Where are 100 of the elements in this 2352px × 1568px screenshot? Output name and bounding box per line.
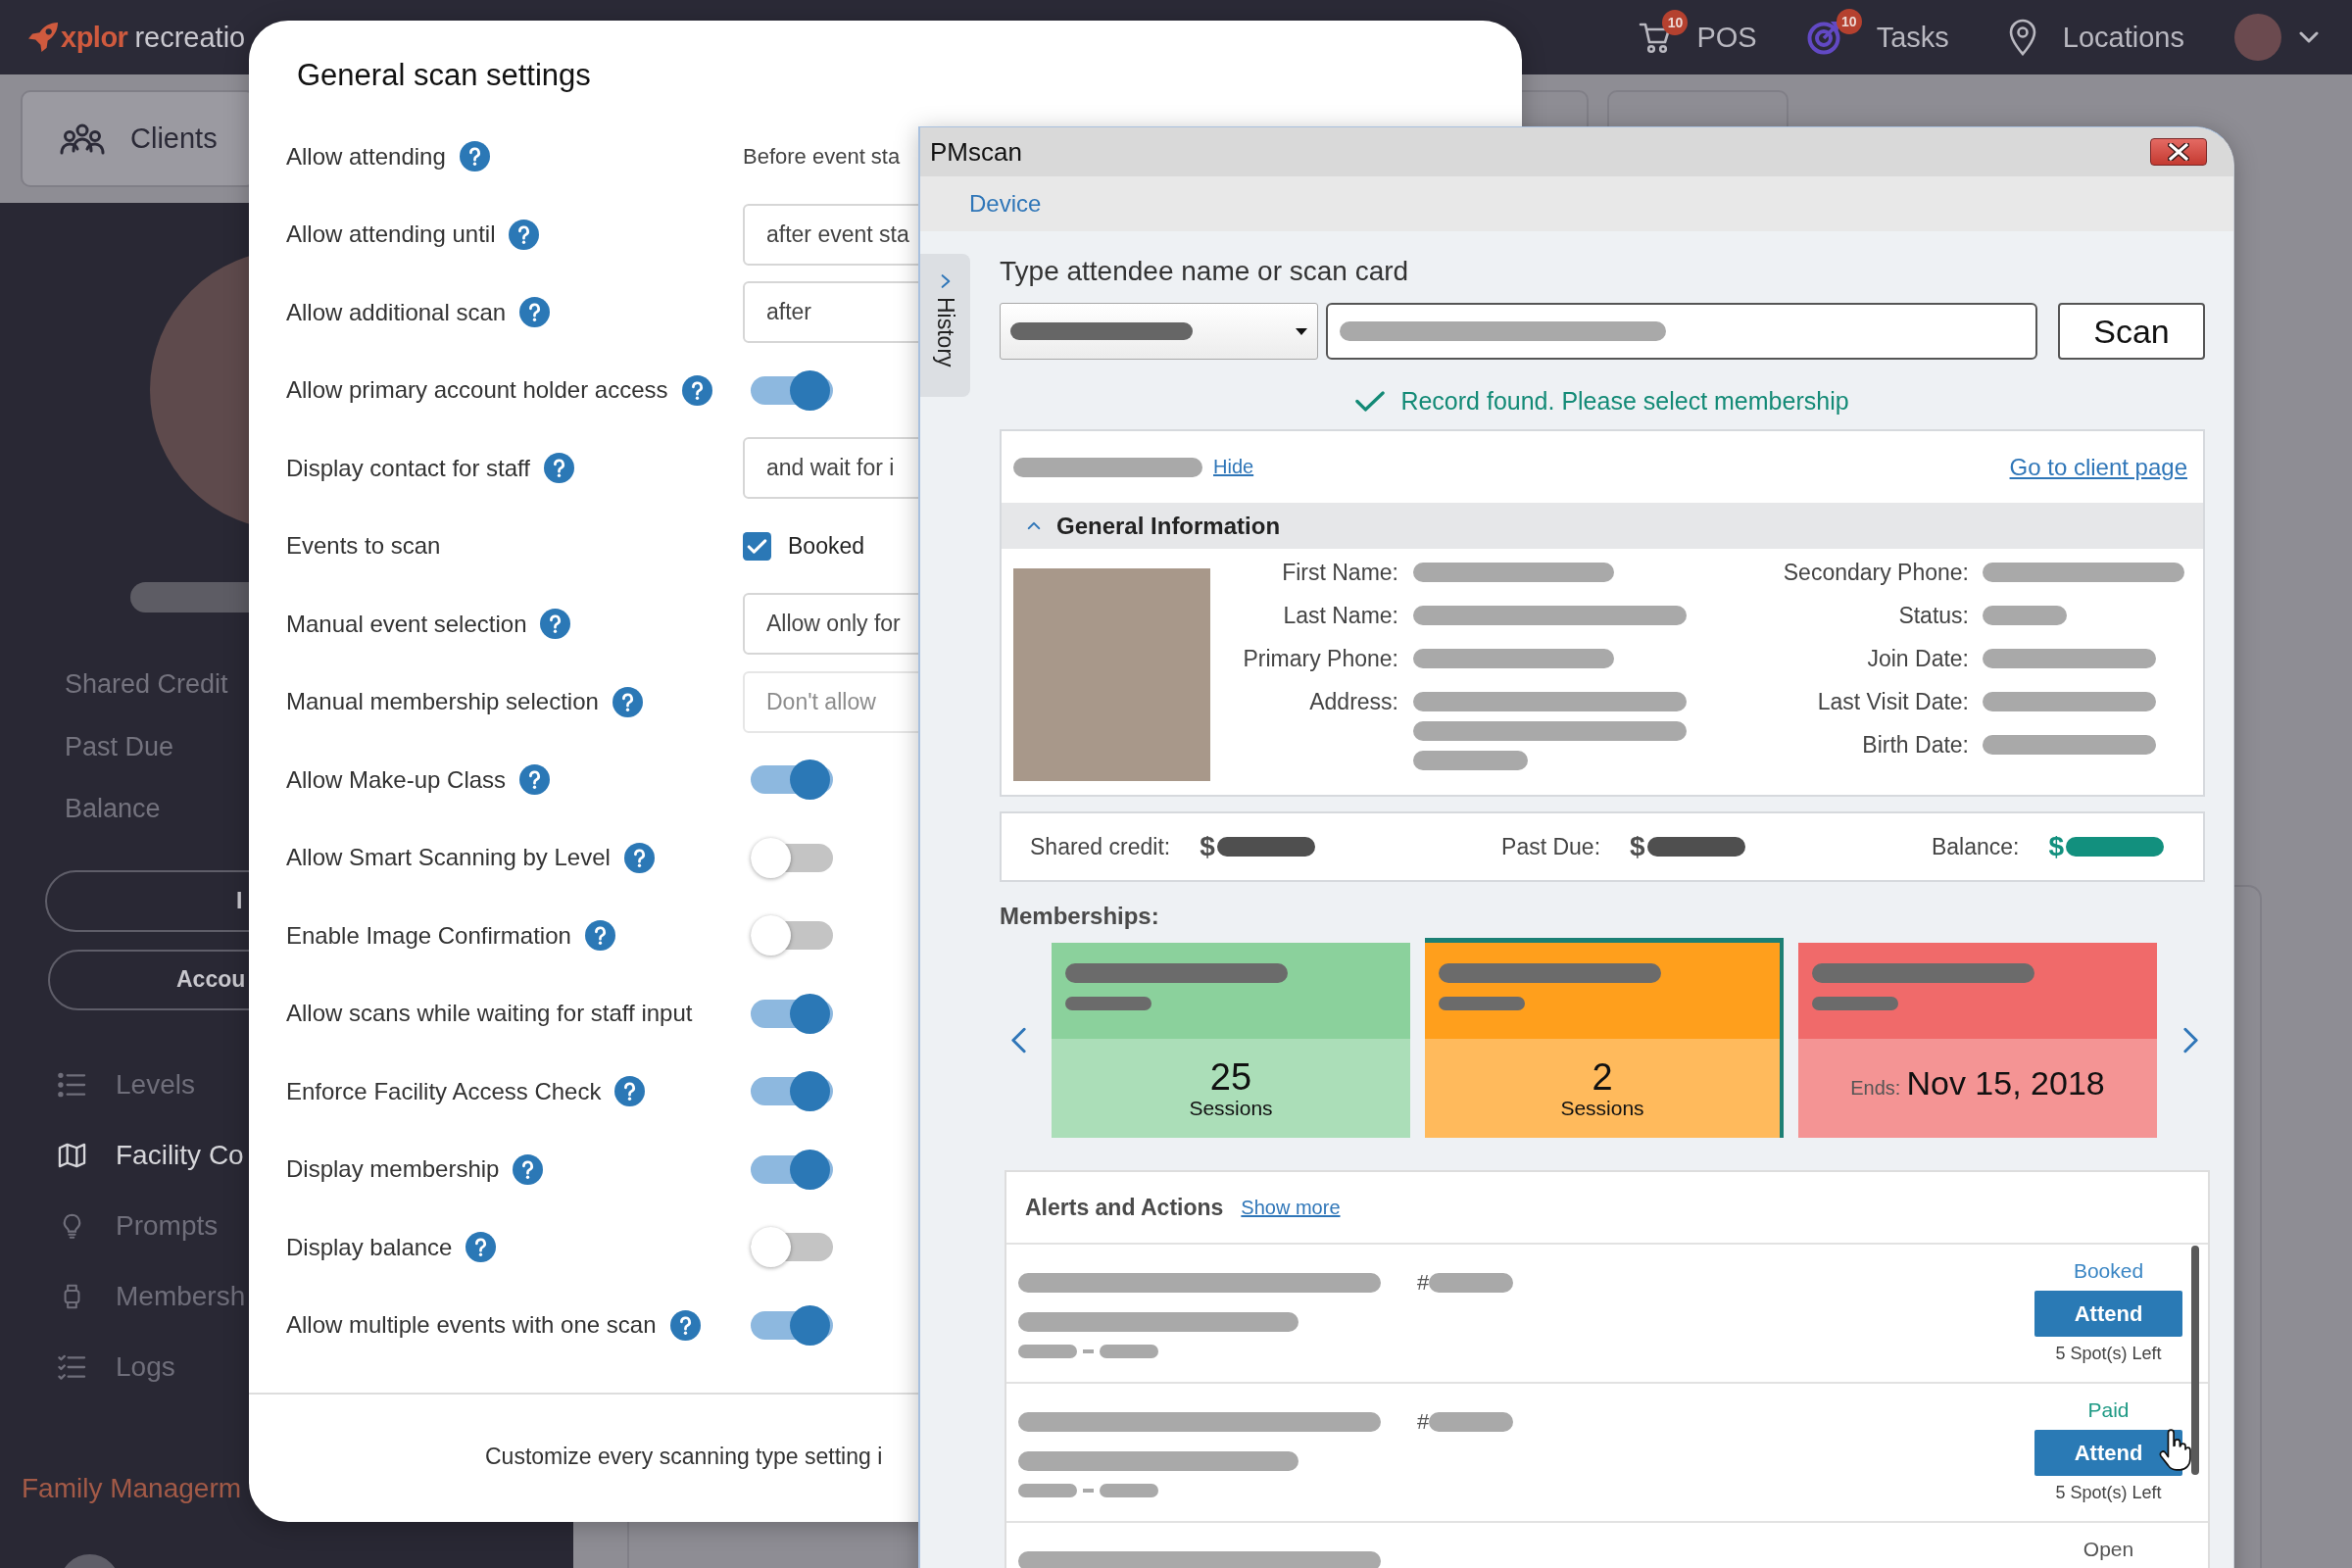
- dropdown-field[interactable]: [1000, 303, 1318, 360]
- field-label: Address:: [1308, 688, 1398, 716]
- chevron-right-icon[interactable]: [2182, 1027, 2198, 1054]
- help-icon[interactable]: [584, 920, 615, 952]
- spots-left-text: 5 Spot(s) Left: [2055, 1482, 2162, 1503]
- redacted-text-bar: [1018, 1484, 1077, 1497]
- setting-label: Events to scan: [286, 532, 441, 561]
- panel-title: Alerts and Actions: [1025, 1194, 1224, 1221]
- setting-label: Enforce Facility Access Check: [286, 1077, 602, 1105]
- membership-card[interactable]: 2 Sessions: [1425, 938, 1784, 1138]
- redacted-text-bar: [1100, 1484, 1158, 1497]
- field-label: Secondary Phone:: [1782, 559, 1969, 587]
- membership-card[interactable]: Ends: Nov 15, 2018: [1798, 943, 2157, 1138]
- check-icon: [1355, 389, 1386, 413]
- toggle-switch[interactable]: [750, 992, 834, 1035]
- show-more-link[interactable]: Show more: [1241, 1196, 1341, 1219]
- nav-link[interactable]: Locations: [2062, 21, 2184, 54]
- help-icon[interactable]: [681, 374, 712, 406]
- toggle-switch[interactable]: [750, 368, 834, 412]
- checkbox[interactable]: [743, 531, 771, 561]
- setting-label: Allow Smart Scanning by Level: [286, 844, 611, 872]
- section-title: General Information: [1056, 512, 1281, 540]
- field-label: Primary Phone:: [1242, 645, 1398, 673]
- session-count: 2: [1592, 1056, 1613, 1097]
- sidebar-menu-item[interactable]: Facility Co: [58, 1120, 244, 1192]
- setting-label: Manual membership selection: [286, 688, 599, 716]
- section-title: Family Managerm: [22, 1472, 242, 1506]
- help-icon[interactable]: [513, 1153, 544, 1185]
- chevron-up-icon[interactable]: [1027, 521, 1041, 530]
- status-message: Record found. Please select membership: [1400, 386, 1849, 416]
- help-icon[interactable]: [540, 609, 571, 640]
- field-label: Last Name:: [1282, 602, 1398, 630]
- scan-button[interactable]: Scan: [2058, 303, 2205, 360]
- checklist-icon: [58, 1353, 86, 1380]
- toggle-switch[interactable]: [750, 1303, 834, 1347]
- location-pin-icon[interactable]: [2007, 19, 2037, 56]
- nav-link[interactable]: POS: [1696, 21, 1757, 54]
- end-date-label: Ends:: [1850, 1077, 1901, 1100]
- setting-label: Allow attending: [286, 142, 446, 171]
- map-icon: [58, 1143, 86, 1169]
- target-icon[interactable]: [1806, 20, 1842, 55]
- status-label: Booked: [2073, 1258, 2144, 1284]
- field-label: Last Visit Date:: [1816, 688, 1969, 716]
- dash-icon: [1083, 1489, 1094, 1493]
- hide-link[interactable]: Hide: [1213, 456, 1254, 478]
- toggle-switch[interactable]: [750, 759, 834, 802]
- search-field[interactable]: [1326, 303, 2037, 360]
- toggle-switch[interactable]: [750, 1148, 834, 1191]
- footer-text: Customize every scanning type setting i: [485, 1444, 883, 1469]
- setting-label: Manual event selection: [286, 610, 527, 638]
- logo-text: recreatio: [134, 21, 246, 54]
- setting-label: Allow additional scan: [286, 298, 507, 326]
- field-label: Birth Date:: [1861, 731, 1969, 760]
- field-label: Status:: [1897, 602, 1969, 630]
- logo-text: xplor: [61, 21, 128, 54]
- dash-icon: [1083, 1349, 1094, 1353]
- setting-label: Allow multiple events with one scan: [286, 1311, 657, 1340]
- dialog-title: General scan settings: [296, 57, 592, 94]
- help-icon[interactable]: [544, 453, 574, 484]
- nav-link[interactable]: Tasks: [1876, 21, 1949, 54]
- setting-label: Allow scans while waiting for staff input: [286, 1000, 693, 1028]
- setting-label: Allow primary account holder access: [286, 376, 668, 405]
- close-button[interactable]: [2150, 138, 2207, 166]
- toggle-switch[interactable]: [750, 914, 834, 957]
- help-icon[interactable]: [623, 842, 655, 873]
- id-prefix: #: [1417, 1412, 1430, 1432]
- scrollbar-thumb[interactable]: [2191, 1246, 2199, 1475]
- attend-button[interactable]: Attend: [2034, 1291, 2182, 1337]
- chevron-left-icon[interactable]: [1010, 1027, 1026, 1054]
- attend-button[interactable]: Attend: [2034, 1430, 2182, 1476]
- help-icon[interactable]: [519, 764, 551, 796]
- help-icon[interactable]: [459, 141, 490, 172]
- help-icon[interactable]: [466, 1232, 497, 1263]
- toggle-switch[interactable]: [750, 1070, 834, 1113]
- currency-symbol: $: [2048, 831, 2064, 862]
- currency-symbol: $: [1200, 831, 1215, 862]
- end-date: Nov 15, 2018: [1906, 1064, 2105, 1102]
- field-label: First Name:: [1281, 559, 1398, 587]
- section-label: Memberships:: [1000, 903, 1160, 930]
- history-tab[interactable]: History: [920, 254, 970, 397]
- help-icon[interactable]: [669, 1309, 701, 1341]
- toggle-switch[interactable]: [750, 1226, 834, 1269]
- people-icon: [60, 122, 105, 155]
- status-label: Paid: [2087, 1397, 2130, 1423]
- help-icon[interactable]: [519, 297, 551, 328]
- menu-item[interactable]: Device: [969, 190, 1042, 218]
- hand-cursor-icon: [2159, 1429, 2192, 1472]
- toggle-switch[interactable]: [750, 836, 834, 879]
- membership-card[interactable]: 25 Sessions: [1052, 943, 1410, 1138]
- client-page-link[interactable]: Go to client page: [2009, 453, 2187, 481]
- help-icon[interactable]: [509, 219, 540, 250]
- setting-label: Allow attending until: [286, 220, 496, 249]
- chevron-down-icon[interactable]: [2299, 31, 2319, 43]
- help-icon[interactable]: [614, 1076, 646, 1107]
- field-label: Join Date:: [1866, 645, 1969, 673]
- session-unit: Sessions: [1189, 1096, 1273, 1120]
- window-title: PMscan: [930, 136, 1022, 168]
- setting-label: Allow Make-up Class: [286, 765, 507, 794]
- setting-label: Display membership: [286, 1155, 500, 1184]
- setting-label: Display balance: [286, 1233, 453, 1261]
